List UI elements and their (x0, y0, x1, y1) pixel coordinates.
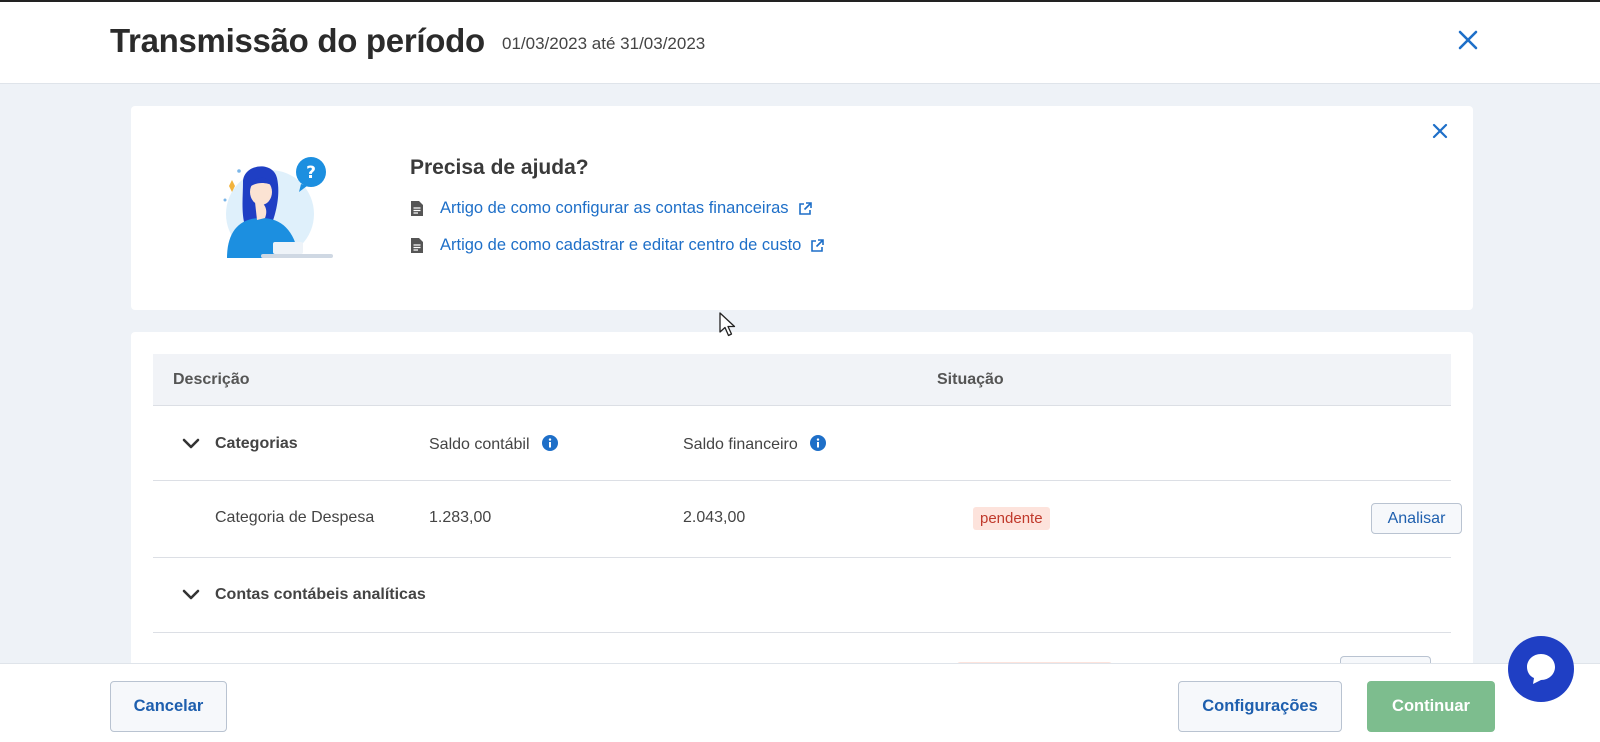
close-help-icon[interactable] (1429, 120, 1451, 142)
document-icon (411, 238, 423, 253)
help-link-cost-center[interactable]: Artigo de como cadastrar e editar centro… (410, 236, 825, 255)
page-title: Transmissão do período (110, 22, 485, 59)
cancel-button[interactable]: Cancelar (110, 681, 227, 732)
settings-button[interactable]: Configurações (1178, 681, 1342, 732)
period-range: 01/03/2023 até 31/03/2023 (502, 34, 706, 53)
group-label: Categorias (215, 435, 298, 452)
info-icon[interactable] (810, 435, 827, 451)
row-descricao: Categoria de Despesa (215, 509, 375, 526)
row-saldo-financeiro: 2.043,00 (683, 509, 746, 526)
help-illustration: ? (223, 157, 333, 258)
status-badge: pendente (973, 507, 1050, 530)
document-icon (411, 201, 423, 216)
group-row-categorias[interactable]: Categorias Saldo contábil Saldo financei… (153, 407, 1451, 481)
help-link-financial-accounts[interactable]: Artigo de como configurar as contas fina… (410, 199, 813, 218)
group-label: Contas contábeis analíticas (215, 586, 426, 603)
column-saldo-financeiro-label: Saldo financeiro (683, 436, 798, 453)
help-link-label[interactable]: Artigo de como configurar as contas fina… (440, 199, 789, 218)
group-row-contas-contabeis[interactable]: Contas contábeis analíticas (153, 558, 1451, 633)
mouse-cursor-icon (719, 312, 736, 337)
transmission-table: Descrição Situação Categorias Saldo cont… (131, 332, 1473, 672)
close-modal-icon[interactable] (1454, 26, 1482, 54)
info-icon[interactable] (541, 435, 558, 451)
table-header: Descrição Situação (153, 354, 1451, 406)
help-card: ? Precisa de ajuda? Artigo de como confi… (131, 106, 1473, 310)
modal-footer: Cancelar Configurações Continuar (0, 663, 1600, 742)
external-link-icon (798, 202, 812, 215)
modal-header: Transmissão do período 01/03/2023 até 31… (0, 2, 1600, 84)
column-saldo-contabil: Saldo contábil (429, 435, 558, 454)
chevron-down-icon[interactable] (181, 437, 201, 451)
svg-text:?: ? (306, 163, 316, 183)
chevron-down-icon[interactable] (181, 588, 201, 602)
column-saldo-contabil-label: Saldo contábil (429, 436, 530, 453)
analisar-button[interactable]: Analisar (1371, 503, 1462, 534)
help-link-label[interactable]: Artigo de como cadastrar e editar centro… (440, 236, 801, 255)
continue-button[interactable]: Continuar (1367, 681, 1495, 732)
row-saldo-contabil: 1.283,00 (429, 509, 492, 526)
external-link-icon (811, 239, 825, 252)
table-row: Categoria de Despesa 1.283,00 2.043,00 p… (153, 481, 1462, 558)
column-header-situacao: Situação (937, 371, 1004, 388)
chat-launcher[interactable] (1508, 636, 1574, 702)
column-saldo-financeiro: Saldo financeiro (683, 435, 827, 454)
column-header-descricao: Descrição (173, 371, 250, 388)
help-title: Precisa de ajuda? (410, 156, 589, 179)
chat-bubble-icon (1527, 654, 1555, 684)
